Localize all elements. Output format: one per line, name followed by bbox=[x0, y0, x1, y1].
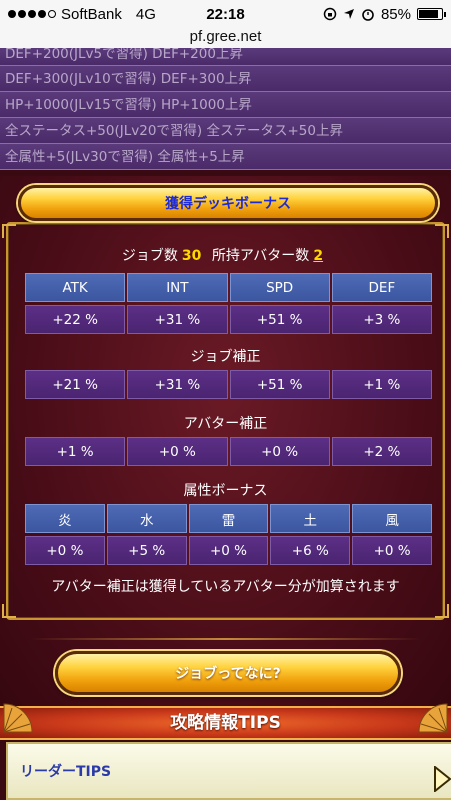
job-correction-value: +21 % bbox=[25, 370, 126, 399]
attribute-value: +5 % bbox=[106, 536, 187, 565]
frame-corner bbox=[2, 604, 16, 618]
job-count: 30 bbox=[181, 248, 202, 264]
stat-value: +31 % bbox=[127, 305, 228, 334]
avatar-correction-value: +0 % bbox=[229, 437, 330, 466]
stat-value: +51 % bbox=[229, 305, 330, 334]
avatar-count: 2 bbox=[313, 248, 324, 264]
attribute-header: 風 bbox=[352, 504, 432, 533]
status-bar: SoftBank 4G 22:18 85% bbox=[0, 0, 451, 28]
job-correction-value: +51 % bbox=[229, 370, 330, 399]
skill-row: DEF+200(JLv5で習得) DEF+200上昇 bbox=[0, 48, 451, 66]
carrier-name: SoftBank bbox=[61, 5, 122, 23]
deck-summary: ジョブ数 30 所持アバター数 2 bbox=[0, 245, 451, 265]
skill-row: 全属性+5(JLv30で習得) 全属性+5上昇 bbox=[0, 144, 451, 170]
stat-header: INT bbox=[127, 273, 228, 302]
fan-ornament-icon bbox=[418, 703, 448, 733]
rotation-lock-icon bbox=[323, 7, 337, 21]
skill-row: DEF+300(JLv10で習得) DEF+300上昇 bbox=[0, 66, 451, 92]
divider bbox=[30, 638, 421, 640]
alarm-icon bbox=[362, 9, 374, 21]
attribute-header: 雷 bbox=[188, 504, 269, 533]
avatar-note: アバター補正は獲得しているアバター分が加算されます bbox=[51, 579, 400, 595]
attribute-value: +0 % bbox=[352, 536, 432, 565]
tips-header: 攻略情報TIPS bbox=[0, 706, 451, 740]
stat-header: SPD bbox=[229, 273, 330, 302]
stat-total-row: +22 % +31 % +51 % +3 % bbox=[25, 305, 432, 334]
skill-list: DEF+200(JLv5で習得) DEF+200上昇 DEF+300(JLv10… bbox=[0, 48, 451, 170]
battery-percent: 85% bbox=[380, 5, 411, 23]
signal-strength-icon bbox=[8, 10, 56, 18]
attribute-header: 土 bbox=[270, 504, 351, 533]
skill-row: HP+1000(JLv15で習得) HP+1000上昇 bbox=[0, 92, 451, 118]
avatar-correction-value: +2 % bbox=[331, 437, 432, 466]
deck-bonus-button[interactable]: 獲得デッキボーナス bbox=[18, 185, 438, 221]
avatar-count-label: 所持アバター数 bbox=[211, 248, 310, 264]
stat-value: +3 % bbox=[331, 305, 432, 334]
avatar-correction-value: +0 % bbox=[127, 437, 228, 466]
battery-icon bbox=[417, 8, 446, 20]
stat-header: DEF bbox=[331, 273, 432, 302]
job-info-button[interactable]: ジョブってなに? bbox=[55, 651, 401, 695]
job-correction-label: ジョブ補正 bbox=[190, 349, 261, 365]
job-count-label: ジョブ数 bbox=[121, 248, 178, 264]
attribute-value-row: +0 % +5 % +0 % +6 % +0 % bbox=[25, 536, 432, 565]
attribute-value: +0 % bbox=[188, 536, 269, 565]
attribute-header-row: 炎 水 雷 土 風 bbox=[25, 504, 432, 533]
attribute-header: 水 bbox=[106, 504, 187, 533]
frame-corner bbox=[435, 604, 449, 618]
skill-row: 全ステータス+50(JLv20で習得) 全ステータス+50上昇 bbox=[0, 118, 451, 144]
job-correction-value: +1 % bbox=[331, 370, 432, 399]
frame-corner bbox=[435, 224, 449, 238]
network-type: 4G bbox=[135, 5, 156, 23]
attribute-bonus-label: 属性ボーナス bbox=[183, 483, 268, 499]
avatar-correction-row: +1 % +0 % +0 % +2 % bbox=[25, 437, 432, 466]
chevron-right-icon[interactable] bbox=[433, 766, 451, 792]
avatar-correction-value: +1 % bbox=[25, 437, 126, 466]
job-correction-value: +31 % bbox=[127, 370, 228, 399]
stat-header: ATK bbox=[25, 273, 126, 302]
avatar-correction-label: アバター補正 bbox=[183, 416, 268, 432]
attribute-value: +6 % bbox=[270, 536, 351, 565]
fan-ornament-icon bbox=[3, 703, 33, 733]
leader-tips-label: リーダーTIPS bbox=[20, 764, 112, 780]
stat-header-row: ATK INT SPD DEF bbox=[25, 273, 432, 302]
attribute-value: +0 % bbox=[25, 536, 105, 565]
frame-corner bbox=[2, 224, 16, 238]
job-correction-row: +21 % +31 % +51 % +1 % bbox=[25, 370, 432, 399]
leader-tips-link[interactable]: リーダーTIPS bbox=[6, 742, 451, 800]
attribute-header: 炎 bbox=[25, 504, 105, 533]
stat-value: +22 % bbox=[25, 305, 126, 334]
location-arrow-icon bbox=[343, 9, 354, 19]
url-bar[interactable]: pf.gree.net bbox=[0, 28, 451, 48]
